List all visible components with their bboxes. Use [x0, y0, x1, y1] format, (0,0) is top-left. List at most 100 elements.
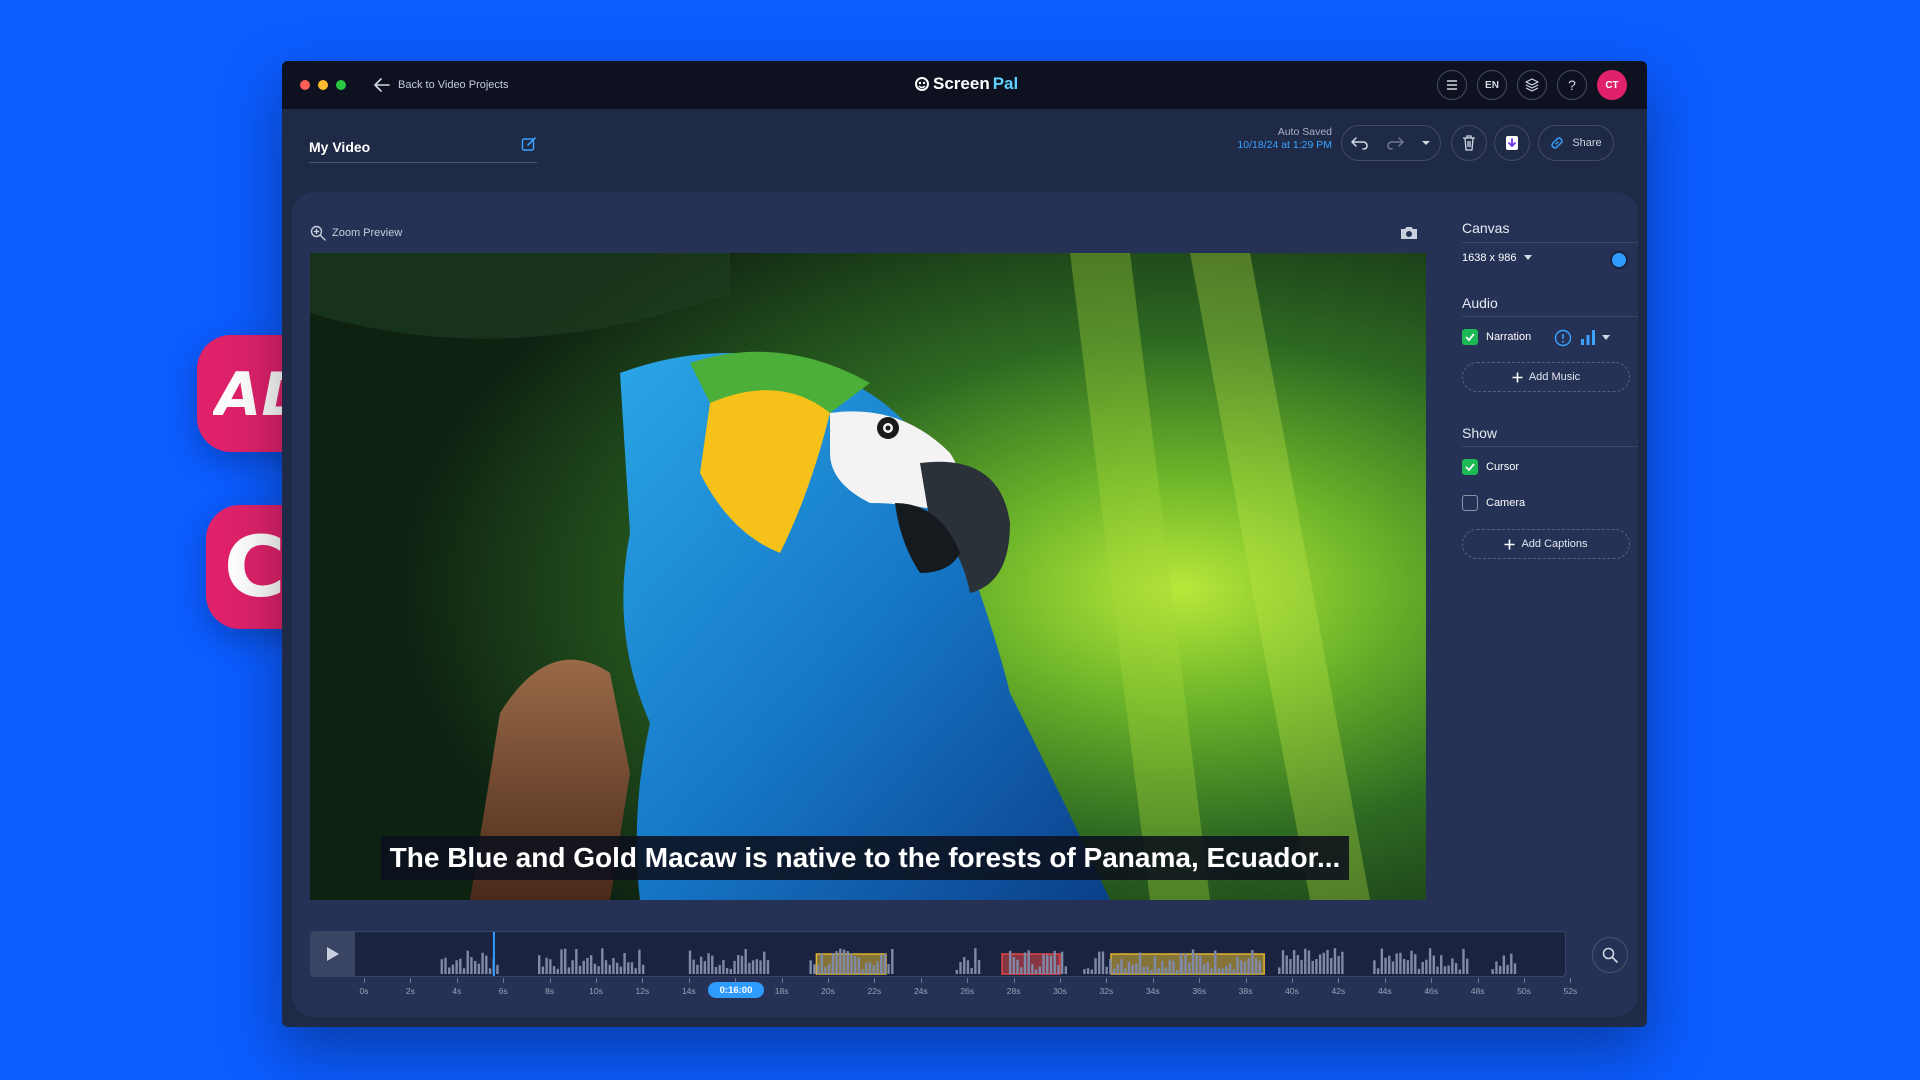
chevron-down-icon[interactable]	[1421, 139, 1431, 147]
autosave-label: Auto Saved	[1277, 126, 1332, 138]
waveform-bar	[1199, 955, 1202, 974]
waveform-bar	[556, 968, 559, 974]
waveform-bar	[1228, 963, 1232, 974]
waveform-bar	[1164, 967, 1168, 974]
edit-icon[interactable]	[521, 136, 537, 152]
timeline-search-button[interactable]	[1592, 937, 1628, 973]
waveform-bar	[1150, 969, 1153, 974]
waveform-bar	[1304, 948, 1307, 974]
user-avatar[interactable]: CT	[1597, 70, 1627, 100]
zoom-preview-button[interactable]: Zoom Preview	[310, 225, 402, 241]
waveform-bar	[1236, 956, 1239, 974]
camera-checkbox[interactable]	[1462, 495, 1478, 511]
waveform-bar	[1168, 959, 1171, 974]
maximize-window-button[interactable]	[336, 80, 346, 90]
waveform-bar	[1142, 966, 1145, 974]
video-preview[interactable]: The Blue and Gold Macaw is native to the…	[310, 253, 1426, 900]
waveform-bar	[1296, 955, 1300, 974]
editor-panel: Zoom Preview The Blue and Gold Macaw is …	[292, 192, 1638, 1017]
waveform-bar	[861, 969, 864, 974]
ruler-label: 28s	[1006, 986, 1021, 996]
waveform-bar	[1176, 969, 1179, 974]
waveform-bar	[733, 960, 736, 974]
ruler-tick	[1152, 978, 1154, 983]
waveform-bar	[763, 951, 766, 974]
waveform-bar	[455, 960, 458, 974]
export-button[interactable]	[1494, 125, 1530, 161]
ruler-label: 38s	[1238, 986, 1253, 996]
waveform-bar	[1060, 951, 1064, 974]
delete-button[interactable]	[1451, 125, 1487, 161]
narration-toggle[interactable]: Narration	[1462, 329, 1531, 345]
redo-icon[interactable]	[1386, 136, 1404, 150]
hamburger-icon	[1447, 80, 1457, 90]
layers-button[interactable]	[1517, 70, 1547, 100]
waveform-bar	[601, 948, 604, 974]
waveform-bar	[955, 969, 958, 974]
add-captions-button[interactable]: Add Captions	[1462, 529, 1630, 559]
narration-checkbox[interactable]	[1462, 329, 1478, 345]
waveform-bar	[1214, 950, 1217, 974]
waveform-bar	[1285, 955, 1288, 974]
volume-bars-icon[interactable]	[1580, 329, 1596, 345]
waveform-bar	[748, 962, 751, 974]
snapshot-camera-icon[interactable]	[1400, 226, 1418, 240]
waveform-bar	[567, 967, 571, 974]
waveform-bar	[1436, 966, 1439, 974]
waveform-bar	[1330, 958, 1333, 974]
share-button[interactable]: Share	[1538, 125, 1614, 161]
help-button[interactable]: ?	[1557, 70, 1587, 100]
waveform-bar	[766, 960, 770, 974]
waveform-bar	[1109, 959, 1112, 974]
waveform-bar	[1458, 969, 1461, 974]
ruler-label: 2s	[405, 986, 415, 996]
ruler-tick	[920, 978, 922, 983]
plus-icon	[1512, 372, 1523, 382]
waveform-bar	[853, 955, 857, 974]
waveform-bar	[1243, 961, 1247, 974]
close-window-button[interactable]	[300, 80, 310, 90]
audio-waveform	[440, 932, 1517, 976]
waveform-bar	[1101, 951, 1105, 974]
waveform-bar	[1206, 962, 1210, 974]
cursor-checkbox[interactable]	[1462, 459, 1478, 475]
add-music-button[interactable]: Add Music	[1462, 362, 1630, 392]
chevron-down-icon[interactable]	[1602, 335, 1610, 341]
ruler-tick	[456, 978, 458, 983]
waveform-bar	[813, 964, 816, 974]
ruler-label: 10s	[589, 986, 603, 996]
waveform-bar	[759, 960, 762, 974]
canvas-size-select[interactable]: 1638 x 986	[1462, 251, 1638, 269]
language-button[interactable]: EN	[1477, 70, 1507, 100]
cursor-toggle[interactable]: Cursor	[1462, 459, 1519, 475]
video-title-field[interactable]: My Video	[309, 136, 537, 163]
minimize-window-button[interactable]	[318, 80, 328, 90]
waveform-bar	[966, 960, 970, 974]
back-to-projects-link[interactable]: Back to Video Projects	[374, 75, 508, 95]
ruler-tick	[967, 978, 969, 983]
waveform-bar	[563, 948, 567, 974]
info-alert-icon[interactable]	[1554, 329, 1572, 347]
timeline-track[interactable]	[310, 931, 1566, 977]
waveform-bar	[1180, 960, 1184, 974]
menu-button[interactable]	[1437, 70, 1467, 100]
waveform-bar	[1307, 950, 1311, 974]
waveform-bar	[970, 968, 973, 974]
camera-toggle[interactable]: Camera	[1462, 495, 1525, 511]
ruler-label: 22s	[867, 986, 882, 996]
ruler-label: 24s	[913, 986, 928, 996]
waveform-bar	[963, 957, 966, 974]
play-button[interactable]	[311, 932, 355, 976]
waveform-bar	[1258, 960, 1261, 974]
waveform-bar	[1315, 959, 1318, 974]
waveform-bar	[1289, 959, 1292, 974]
waveform-bar	[462, 968, 466, 974]
waveform-bar	[1451, 958, 1454, 974]
undo-icon[interactable]	[1350, 136, 1369, 150]
canvas-color-swatch[interactable]	[1610, 251, 1628, 269]
checkmark-icon	[1465, 333, 1475, 341]
ruler-label: 32s	[1099, 986, 1114, 996]
waveform-bar	[496, 964, 499, 974]
waveform-bar	[545, 957, 548, 974]
project-bar: My Video Auto Saved 10/18/24 at 1:29 PM …	[282, 109, 1647, 191]
